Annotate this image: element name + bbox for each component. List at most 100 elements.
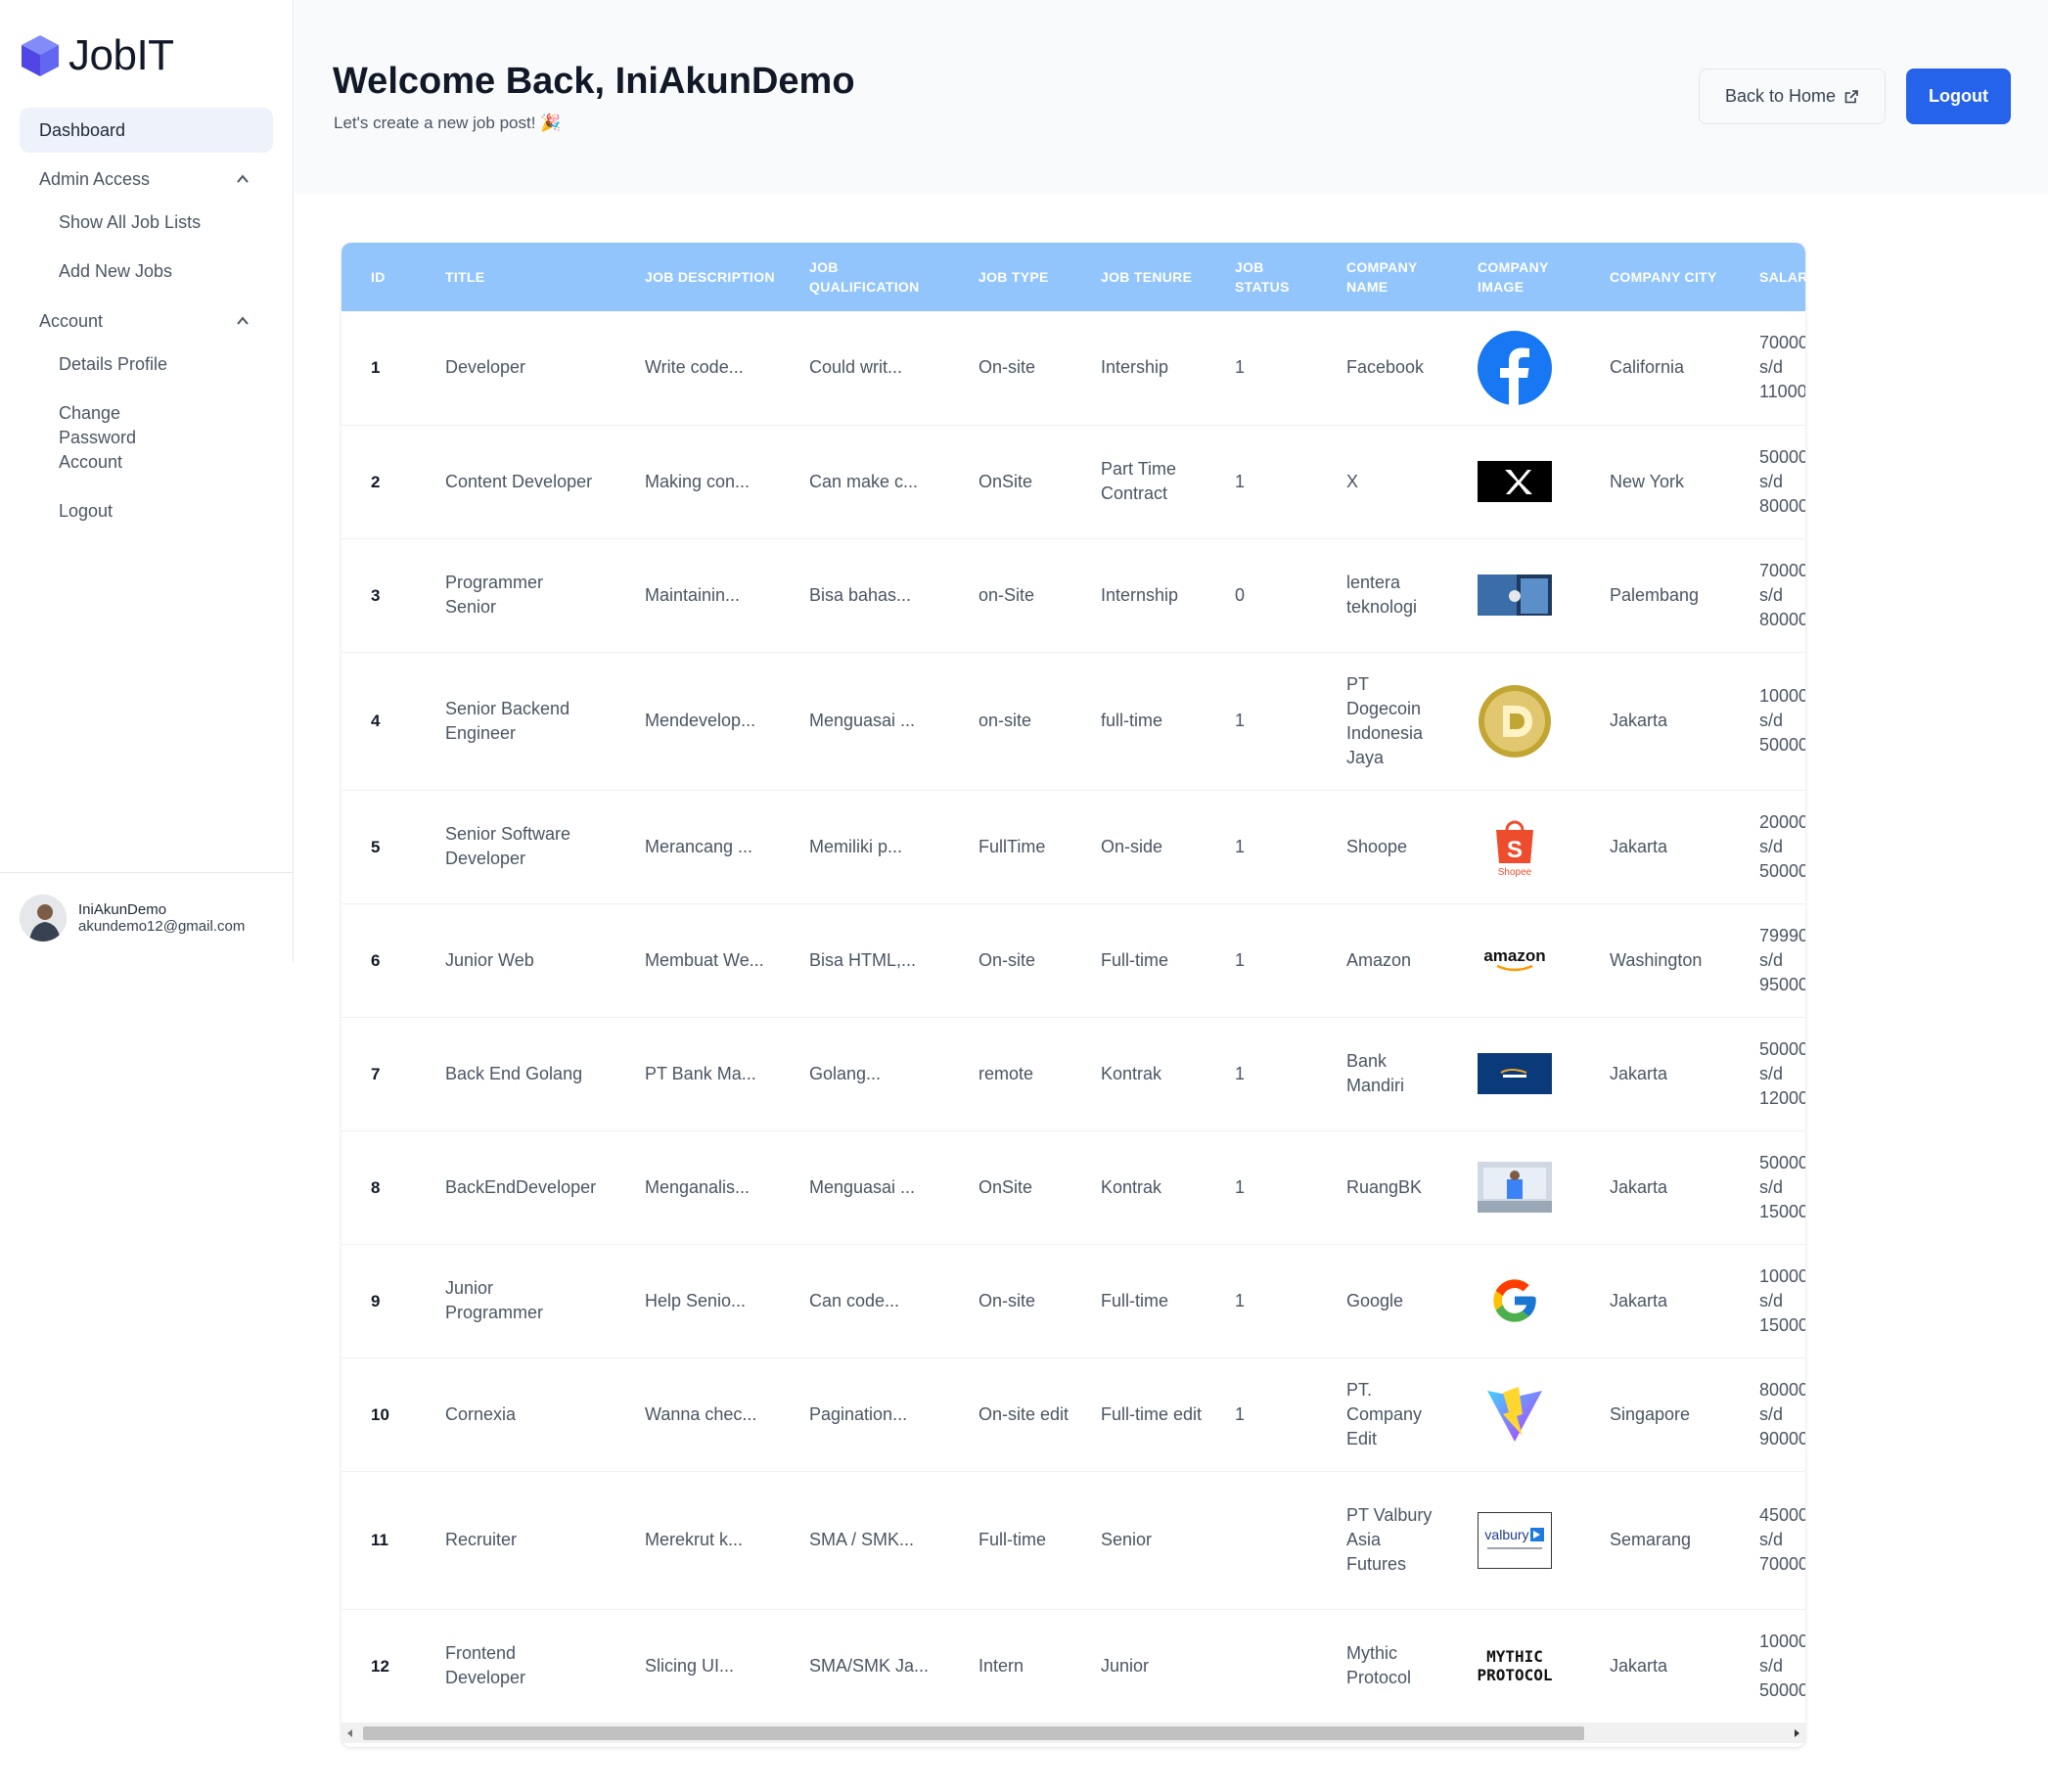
cell-job-description: PT Bank Ma... (615, 1017, 780, 1131)
cell-id: 5 (341, 790, 416, 904)
table-row[interactable]: 12 Frontend Developer Slicing UI... SMA/SMK… (341, 1609, 1805, 1723)
user-name: IniAkunDemo (78, 900, 167, 918)
table-row[interactable]: 1 Developer Write code... Could writ... On-s… (341, 311, 1805, 426)
column-header: COMPANY CITY (1610, 269, 1717, 285)
job-table-container: ID TITLE JOB DESCRIPTION JOB QUALIFICATION J… (341, 243, 1805, 1747)
job-table: ID TITLE JOB DESCRIPTION JOB QUALIFICATION J… (341, 243, 1805, 1723)
external-link-icon (1844, 89, 1858, 103)
cell-job-description: Merancang ... (615, 790, 780, 904)
cell-id: 7 (341, 1017, 416, 1131)
table-row[interactable]: 10 Cornexia Wanna chec... Pagination... On-s… (341, 1357, 1805, 1472)
cell-job-type: Full-time (949, 1471, 1071, 1610)
scroll-right-icon[interactable] (1795, 1729, 1799, 1737)
cell-job-qualification: Could writ... (780, 311, 949, 426)
cell-job-tenure: Internship (1071, 538, 1206, 653)
sidebar-item-show-all-job-lists[interactable]: Show All Job Lists (20, 210, 273, 235)
cell-job-tenure: Full-time (1071, 903, 1206, 1018)
cell-id: 6 (341, 903, 416, 1018)
column-header: JOB TYPE (978, 269, 1049, 285)
table-header-row: ID TITLE JOB DESCRIPTION JOB QUALIFICATION J… (341, 243, 1805, 311)
scrollbar-thumb[interactable] (363, 1726, 1584, 1740)
sidebar-nav: Dashboard Admin Access Show All Job List… (20, 108, 273, 524)
cell-job-status: 1 (1206, 425, 1317, 539)
cell-job-description: Mendevelop... (615, 652, 780, 791)
back-to-home-label: Back to Home (1724, 86, 1837, 106)
cell-company-image (1448, 1017, 1580, 1131)
cell-job-type: On-site edit (949, 1357, 1071, 1472)
cell-salary: 1000000 s/d 5000000 (1730, 1609, 1805, 1723)
cell-title: Senior Software Developer (416, 790, 615, 904)
svg-text:amazon: amazon (1483, 946, 1545, 965)
cell-job-tenure: Kontrak (1071, 1130, 1206, 1245)
cell-company-image: valbury (1448, 1471, 1580, 1610)
column-header: TITLE (445, 269, 485, 285)
brand[interactable]: JobIT (22, 31, 174, 80)
cell-job-qualification: Golang... (780, 1017, 949, 1131)
table-row[interactable]: 8 BackEndDeveloper Menganalis... Menguasai … (341, 1130, 1805, 1245)
cell-job-tenure: Junior (1071, 1609, 1206, 1723)
cell-job-qualification: SMA / SMK... (780, 1471, 949, 1610)
cell-job-type: OnSite (949, 1130, 1071, 1245)
cell-job-type: OnSite (949, 425, 1071, 539)
cell-id: 2 (341, 425, 416, 539)
cell-company-name: Facebook (1317, 311, 1448, 426)
cell-id: 12 (341, 1609, 416, 1723)
cell-company-name: Mythic Protocol (1317, 1609, 1448, 1723)
sidebar-item-logout[interactable]: Logout (20, 499, 273, 524)
user-profile[interactable]: IniAkunDemo akundemo12@gmail.com (0, 872, 293, 962)
cell-salary: 700000 s/d 800000 (1730, 538, 1805, 653)
cell-salary: 4500000 s/d 7000000 (1730, 1471, 1805, 1610)
table-row[interactable]: 9 Junior Programmer Help Senio... Can code.… (341, 1244, 1805, 1358)
cell-title: Senior Backend Engineer (416, 652, 615, 791)
sidebar-item-dashboard[interactable]: Dashboard (20, 108, 273, 153)
logout-button[interactable]: Logout (1906, 69, 2011, 124)
page-header: Welcome Back, IniAkunDemo Let's create a… (295, 0, 2048, 194)
table-row[interactable]: 11 Recruiter Merekrut k... SMA / SMK... Full… (341, 1471, 1805, 1610)
sidebar-item-add-new-jobs[interactable]: Add New Jobs (20, 259, 273, 284)
table-row[interactable]: 4 Senior Backend Engineer Mendevelop... Men… (341, 652, 1805, 791)
cell-company-image (1448, 538, 1580, 653)
cell-company-city: Singapore (1580, 1357, 1730, 1472)
mandiri-logo (1478, 1036, 1552, 1111)
cell-company-city: Semarang (1580, 1471, 1730, 1610)
table-row[interactable]: 6 Junior Web Membuat We... Bisa HTML,... On-… (341, 903, 1805, 1018)
cell-job-status: 1 (1206, 1017, 1317, 1131)
cell-title: Developer (416, 311, 615, 426)
cell-job-type: On-site (949, 903, 1071, 1018)
sidebar-group-account[interactable]: Account (20, 299, 273, 344)
valbury-logo: valbury (1478, 1503, 1552, 1578)
cell-company-city: Jakarta (1580, 1609, 1730, 1723)
cell-job-description: Merekrut k... (615, 1471, 780, 1610)
cell-job-status: 1 (1206, 1357, 1317, 1472)
cell-job-type: On-site (949, 1244, 1071, 1358)
cell-company-name: Amazon (1317, 903, 1448, 1018)
cell-title: Recruiter (416, 1471, 615, 1610)
cell-job-status (1206, 1609, 1317, 1723)
table-row[interactable]: 3 Programmer Senior Maintainin... Bisa baha… (341, 538, 1805, 653)
scroll-left-icon[interactable] (347, 1729, 352, 1737)
cell-job-status: 0 (1206, 538, 1317, 653)
cell-job-qualification: Menguasai ... (780, 1130, 949, 1245)
sidebar-item-details-profile[interactable]: Details Profile (20, 352, 273, 377)
cell-job-status: 1 (1206, 311, 1317, 426)
table-row[interactable]: 5 Senior Software Developer Merancang ... M… (341, 790, 1805, 904)
cell-job-qualification: Can code... (780, 1244, 949, 1358)
back-to-home-button[interactable]: Back to Home (1699, 69, 1886, 124)
cell-job-qualification: Menguasai ... (780, 652, 949, 791)
x-logo (1478, 444, 1552, 519)
cell-company-name: Shoope (1317, 790, 1448, 904)
cell-job-status (1206, 1471, 1317, 1610)
horizontal-scrollbar[interactable] (341, 1723, 1805, 1743)
table-row[interactable]: 7 Back End Golang PT Bank Ma... Golang... re… (341, 1017, 1805, 1131)
cell-job-status: 1 (1206, 652, 1317, 791)
cell-company-image: MYTHIC PROTOCOL (1448, 1609, 1580, 1723)
cell-salary: 500000 s/d 800000 (1730, 425, 1805, 539)
cell-company-name: PT Dogecoin Indonesia Jaya (1317, 652, 1448, 791)
sidebar-item-change-password[interactable]: Change Password Account (20, 401, 196, 475)
cell-company-name: Google (1317, 1244, 1448, 1358)
sidebar-group-admin-access[interactable]: Admin Access (20, 157, 273, 202)
table-row[interactable]: 2 Content Developer Making con... Can make … (341, 425, 1805, 539)
cell-job-tenure: Full-time (1071, 1244, 1206, 1358)
cell-company-city: Palembang (1580, 538, 1730, 653)
cell-company-city: Jakarta (1580, 1017, 1730, 1131)
